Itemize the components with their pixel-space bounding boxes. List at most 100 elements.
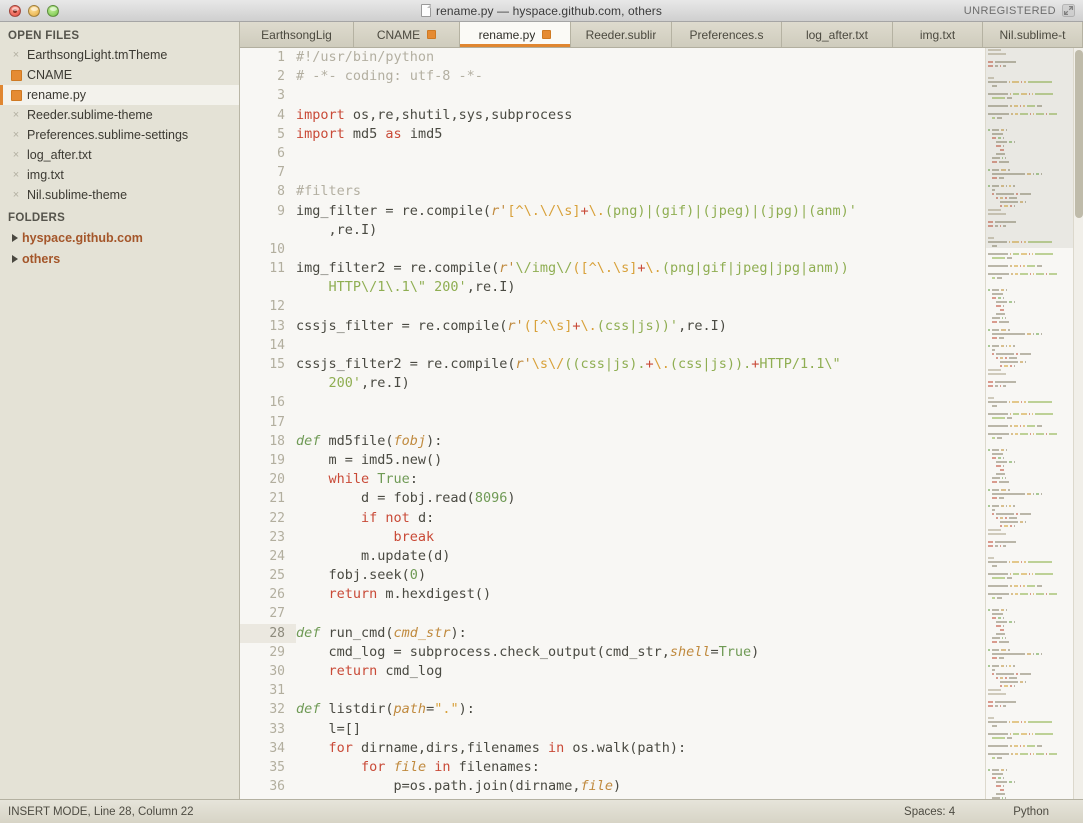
code-line[interactable]: 17 <box>240 413 985 432</box>
code-line[interactable]: 8 #filters <box>240 182 985 201</box>
code-line[interactable]: 14 <box>240 336 985 355</box>
code-line[interactable]: 4 import os,re,shutil,sys,subprocess <box>240 106 985 125</box>
code-line[interactable]: 36 p=os.path.join(dirname,file) <box>240 777 985 796</box>
open-file-item[interactable]: × log_after.txt <box>0 145 239 165</box>
scrollbar-thumb[interactable] <box>1075 50 1083 218</box>
code-line[interactable]: 2 # -*- coding: utf-8 -*- <box>240 67 985 86</box>
code-line[interactable]: 19 m = imd5.new() <box>240 451 985 470</box>
close-icon[interactable]: × <box>8 189 24 201</box>
code-line[interactable]: 7 <box>240 163 985 182</box>
sidebar[interactable]: OPEN FILES × EarthsongLight.tmTheme CNAME r… <box>0 22 240 799</box>
code-line[interactable]: 12 <box>240 297 985 316</box>
code-line[interactable]: 35 for file in filenames: <box>240 758 985 777</box>
code-line[interactable]: 10 <box>240 240 985 259</box>
code-line-text: 200',re.I) <box>296 375 410 392</box>
tab-reeder-sublir[interactable]: Reeder.sublir <box>571 22 672 47</box>
code-line[interactable]: 9 img_filter = re.compile(r'[^\.\/\s]+\.(… <box>240 202 985 221</box>
close-icon[interactable]: × <box>8 109 24 121</box>
line-number: 15 <box>269 357 285 372</box>
line-number <box>240 221 296 240</box>
code-line[interactable]: HTTP\/1\.1\" 200',re.I) <box>240 278 985 297</box>
line-number: 6 <box>277 145 285 161</box>
open-file-item[interactable]: × Preferences.sublime-settings <box>0 125 239 145</box>
code-line[interactable]: ,re.I) <box>240 221 985 240</box>
code-line[interactable]: 16 <box>240 393 985 412</box>
triangle-right-icon[interactable] <box>8 255 22 263</box>
open-file-label: EarthsongLight.tmTheme <box>27 48 168 62</box>
tab-log-after-txt[interactable]: log_after.txt <box>782 22 893 47</box>
code-line[interactable]: 21 d = fobj.read(8096) <box>240 489 985 508</box>
minimap-viewport[interactable] <box>986 48 1073 248</box>
code-line[interactable]: 6 <box>240 144 985 163</box>
line-number: 3 <box>277 88 285 104</box>
line-number: 14 <box>269 337 285 353</box>
code-line-text: while True: <box>328 471 418 488</box>
close-icon[interactable]: × <box>8 169 24 181</box>
code-line[interactable]: 31 <box>240 681 985 700</box>
close-icon[interactable]: × <box>8 129 24 141</box>
code-line[interactable]: 32 def listdir(path="."): <box>240 700 985 719</box>
code-line[interactable]: 1 #!/usr/bin/python <box>240 48 985 67</box>
tab-bar[interactable]: EarthsongLig CNAME rename.py Reeder.sublir P… <box>240 22 1083 48</box>
open-file-item[interactable]: rename.py <box>0 85 239 105</box>
dirty-square-icon[interactable] <box>8 90 24 101</box>
code-line[interactable]: 200',re.I) <box>240 374 985 393</box>
vertical-scrollbar[interactable] <box>1073 48 1083 799</box>
line-number: 28 <box>240 623 296 643</box>
folders-list[interactable]: hyspace.github.com others <box>0 227 239 269</box>
triangle-right-icon[interactable] <box>8 234 22 242</box>
close-icon[interactable]: × <box>8 49 24 61</box>
code-line-text: l=[] <box>296 720 362 737</box>
open-file-item[interactable]: × Nil.sublime-theme <box>0 185 239 205</box>
open-file-item[interactable]: × Reeder.sublime-theme <box>0 105 239 125</box>
code-line[interactable]: 11 img_filter2 = re.compile(r'\/img\/([^\… <box>240 259 985 278</box>
code-line-text: return cmd_log <box>328 663 443 679</box>
code-line[interactable]: 24 m.update(d) <box>240 547 985 566</box>
dirty-square-icon[interactable] <box>542 30 552 39</box>
code-line[interactable]: 33 l=[] <box>240 720 985 739</box>
tab-img-txt[interactable]: img.txt <box>893 22 983 47</box>
minimap[interactable] <box>985 48 1073 799</box>
code-editor[interactable]: 1 #!/usr/bin/python 2 # -*- coding: utf-8 -… <box>240 48 1083 799</box>
code-line[interactable]: 34 for dirname,dirs,filenames in os.walk… <box>240 739 985 758</box>
folder-label: others <box>22 251 61 266</box>
tab-cname[interactable]: CNAME <box>354 22 460 47</box>
line-number: 20 <box>269 472 285 488</box>
status-indentation[interactable]: Spaces: 4 <box>904 806 955 818</box>
tab-nil-sublime-t[interactable]: Nil.sublime-t <box>983 22 1083 47</box>
code-line[interactable]: 25 fobj.seek(0) <box>240 566 985 585</box>
code-line-text <box>296 297 985 316</box>
code-line[interactable]: 18 def md5file(fobj): <box>240 432 985 451</box>
open-file-item[interactable]: × EarthsongLight.tmTheme <box>0 45 239 65</box>
code-line[interactable]: 29 cmd_log = subprocess.check_output(cmd… <box>240 643 985 662</box>
line-number: 4 <box>277 107 285 123</box>
code-line-text <box>296 413 985 432</box>
code-line[interactable]: 20 while True: <box>240 470 985 489</box>
code-line[interactable]: 30 return cmd_log <box>240 662 985 681</box>
code-line[interactable]: 23 break <box>240 528 985 547</box>
dirty-square-icon[interactable] <box>427 30 437 39</box>
code-line[interactable]: 27 <box>240 604 985 623</box>
code-lines[interactable]: 1 #!/usr/bin/python 2 # -*- coding: utf-8 -… <box>240 48 985 799</box>
code-line[interactable]: 13 cssjs_filter = re.compile(r'([^\s]+\.(… <box>240 317 985 336</box>
tab-earthsonglig[interactable]: EarthsongLig <box>240 22 354 47</box>
dirty-square-icon[interactable] <box>8 70 24 81</box>
code-line[interactable]: 15 cssjs_filter2 = re.compile(r'\s\/((css… <box>240 355 985 374</box>
line-number: 18 <box>269 433 285 449</box>
open-file-item[interactable]: CNAME <box>0 65 239 85</box>
close-icon[interactable]: × <box>8 149 24 161</box>
code-line[interactable]: 26 return m.hexdigest() <box>240 585 985 604</box>
folder-item[interactable]: hyspace.github.com <box>0 227 239 248</box>
code-line[interactable]: 22 if not d: <box>240 509 985 528</box>
code-line-text: break <box>393 528 435 545</box>
open-files-list[interactable]: × EarthsongLight.tmTheme CNAME rename.py × Re… <box>0 45 239 205</box>
status-syntax[interactable]: Python <box>1013 806 1049 818</box>
code-line[interactable]: 5 import md5 as imd5 <box>240 125 985 144</box>
fullscreen-icon[interactable] <box>1062 4 1075 17</box>
open-file-item[interactable]: × img.txt <box>0 165 239 185</box>
tab-rename-py[interactable]: rename.py <box>460 22 571 47</box>
folder-item[interactable]: others <box>0 248 239 269</box>
code-line[interactable]: 28 def run_cmd(cmd_str): <box>240 623 985 643</box>
code-line[interactable]: 3 <box>240 86 985 105</box>
tab-preferences-s[interactable]: Preferences.s <box>672 22 782 47</box>
